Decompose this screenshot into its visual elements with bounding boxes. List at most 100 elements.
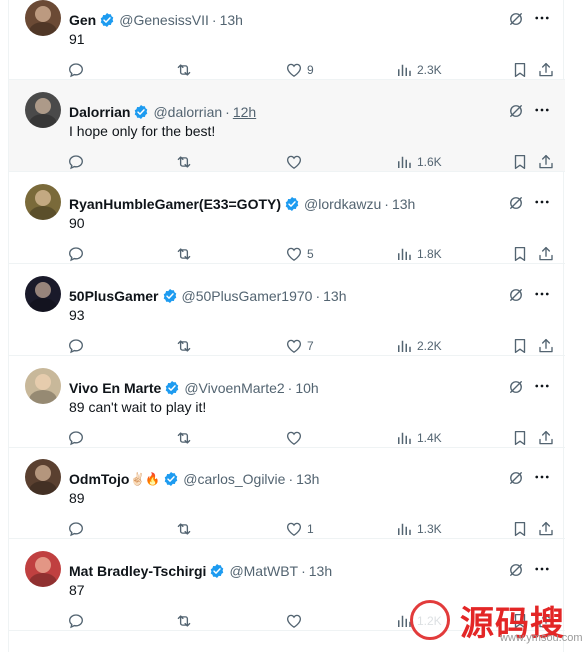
share-button[interactable] — [537, 244, 555, 264]
user-handle[interactable]: @carlos_Ogilvie — [183, 471, 285, 487]
reply-button[interactable] — [67, 336, 85, 356]
tweet[interactable]: OdmTojo ✌🏻🔥 @carlos_Ogilvie · 13h 89 1 1.3K — [9, 447, 565, 539]
like-button[interactable]: 5 — [285, 244, 314, 264]
like-button[interactable] — [285, 428, 307, 448]
more-options-icon[interactable] — [533, 379, 551, 395]
grok-icon[interactable] — [507, 286, 525, 304]
reply-button[interactable] — [67, 519, 85, 539]
grok-icon[interactable] — [507, 378, 525, 396]
views-button[interactable]: 2.3K — [395, 60, 442, 80]
user-handle[interactable]: @MatWBT — [229, 563, 298, 579]
tweet[interactable]: Gen @GenesissVII · 13h 91 9 2.3K — [9, 0, 565, 80]
share-button[interactable] — [537, 519, 555, 539]
avatar[interactable] — [25, 368, 61, 404]
tweet-timestamp[interactable]: 13h — [323, 288, 346, 304]
bookmark-icon — [511, 337, 529, 355]
tweet-timestamp[interactable]: 10h — [295, 380, 318, 396]
views-button[interactable]: 2.2K — [395, 336, 442, 356]
user-name[interactable]: OdmTojo — [69, 471, 129, 487]
avatar[interactable] — [25, 92, 61, 128]
retweet-button[interactable] — [175, 519, 193, 539]
like-icon — [285, 153, 303, 171]
like-button[interactable]: 1 — [285, 519, 314, 539]
retweet-button[interactable] — [175, 611, 193, 631]
grok-icon[interactable] — [507, 10, 525, 28]
verified-badge-icon[interactable] — [99, 12, 115, 28]
avatar[interactable] — [25, 551, 61, 587]
like-button[interactable]: 9 — [285, 60, 314, 80]
reply-button[interactable] — [67, 244, 85, 264]
verified-badge-icon[interactable] — [164, 380, 180, 396]
more-options-icon[interactable] — [533, 470, 551, 486]
user-name[interactable]: 50PlusGamer — [69, 288, 159, 304]
tweet[interactable]: Vivo En Marte @VivoenMarte2 · 10h 89 can't w… — [9, 356, 565, 448]
bookmark-button[interactable] — [511, 244, 529, 264]
separator-dot: · — [288, 471, 294, 487]
retweet-button[interactable] — [175, 60, 193, 80]
reply-button[interactable] — [67, 60, 85, 80]
verified-badge-icon[interactable] — [162, 288, 178, 304]
tweet-timestamp[interactable]: 13h — [392, 196, 415, 212]
tweet[interactable]: RyanHumbleGamer(E33=GOTY) @lordkawzu · 13h 9… — [9, 172, 565, 264]
share-button[interactable] — [537, 60, 555, 80]
share-button[interactable] — [537, 152, 555, 172]
retweet-button[interactable] — [175, 428, 193, 448]
user-name[interactable]: Gen — [69, 12, 96, 28]
user-handle[interactable]: @VivoenMarte2 — [184, 380, 284, 396]
reply-button[interactable] — [67, 152, 85, 172]
views-button[interactable]: 1.4K — [395, 428, 442, 448]
tweet-timestamp[interactable]: 13h — [220, 12, 243, 28]
grok-icon[interactable] — [507, 561, 525, 579]
more-options-icon[interactable] — [533, 562, 551, 578]
views-button[interactable]: 1.6K — [395, 152, 442, 172]
bookmark-button[interactable] — [511, 336, 529, 356]
views-button[interactable]: 1.8K — [395, 244, 442, 264]
user-name[interactable]: Dalorrian — [69, 104, 130, 120]
more-options-icon[interactable] — [533, 11, 551, 27]
share-button[interactable] — [537, 336, 555, 356]
bookmark-button[interactable] — [511, 152, 529, 172]
like-button[interactable] — [285, 152, 307, 172]
user-handle[interactable]: @lordkawzu — [304, 196, 381, 212]
like-button[interactable]: 7 — [285, 336, 314, 356]
retweet-button[interactable] — [175, 336, 193, 356]
verified-badge-icon[interactable] — [209, 563, 225, 579]
more-options-icon[interactable] — [533, 103, 551, 119]
retweet-icon — [175, 153, 193, 171]
bookmark-button[interactable] — [511, 60, 529, 80]
verified-badge-icon[interactable] — [284, 196, 300, 212]
user-name[interactable]: RyanHumbleGamer(E33=GOTY) — [69, 196, 281, 212]
retweet-button[interactable] — [175, 244, 193, 264]
bookmark-button[interactable] — [511, 519, 529, 539]
grok-icon[interactable] — [507, 194, 525, 212]
tweet-timestamp[interactable]: 13h — [296, 471, 319, 487]
retweet-button[interactable] — [175, 152, 193, 172]
user-name[interactable]: Vivo En Marte — [69, 380, 161, 396]
verified-badge-icon[interactable] — [133, 104, 149, 120]
views-button[interactable]: 1.3K — [395, 519, 442, 539]
tweet[interactable]: Dalorrian @dalorrian · 12h I hope only for t… — [9, 80, 565, 172]
user-handle[interactable]: @50PlusGamer1970 — [182, 288, 313, 304]
avatar[interactable] — [25, 459, 61, 495]
avatar[interactable] — [25, 276, 61, 312]
like-button[interactable] — [285, 611, 307, 631]
more-options-icon[interactable] — [533, 195, 551, 211]
reply-button[interactable] — [67, 611, 85, 631]
user-handle[interactable]: @dalorrian — [153, 104, 222, 120]
user-name[interactable]: Mat Bradley-Tschirgi — [69, 563, 206, 579]
user-handle[interactable]: @GenesissVII — [119, 12, 209, 28]
grok-icon[interactable] — [507, 102, 525, 120]
tweet[interactable]: 50PlusGamer @50PlusGamer1970 · 13h 93 7 2.2K — [9, 264, 565, 356]
tweet-timestamp[interactable]: 12h — [233, 104, 256, 120]
avatar[interactable] — [25, 0, 61, 36]
reply-icon — [67, 245, 85, 263]
like-icon — [285, 245, 303, 263]
verified-badge-icon[interactable] — [163, 471, 179, 487]
tweet-timestamp[interactable]: 13h — [309, 563, 332, 579]
more-options-icon[interactable] — [533, 287, 551, 303]
avatar[interactable] — [25, 184, 61, 220]
reply-button[interactable] — [67, 428, 85, 448]
grok-icon[interactable] — [507, 469, 525, 487]
share-button[interactable] — [537, 428, 555, 448]
bookmark-button[interactable] — [511, 428, 529, 448]
